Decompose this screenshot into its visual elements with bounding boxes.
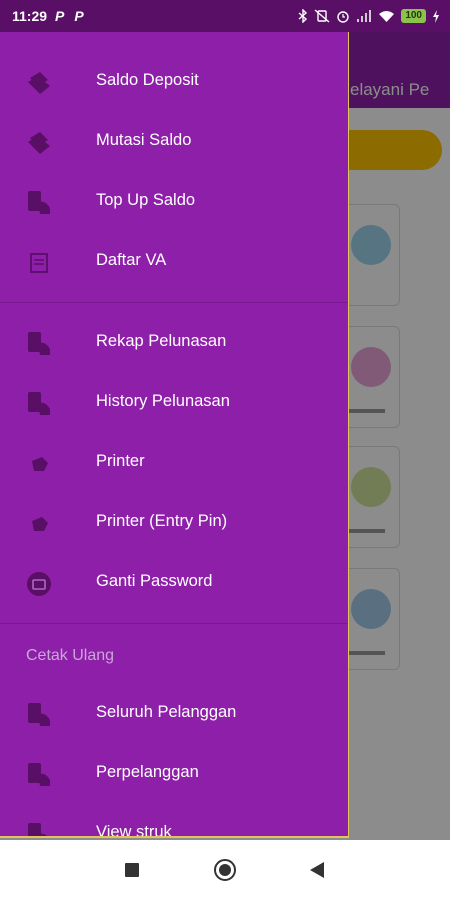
menu-item-top-up-saldo[interactable]: Top Up Saldo — [0, 172, 348, 232]
charging-icon — [433, 9, 439, 23]
battery-indicator: 100 — [401, 9, 426, 23]
menu-item-history-pelunasan[interactable]: History Pelunasan — [0, 373, 348, 433]
menu-item-label: Printer (Entry Pin) — [96, 512, 228, 530]
card-list-icon — [30, 253, 48, 273]
menu-item-label: Rekap Pelunasan — [96, 332, 227, 350]
menu-item-label: Perpelanggan — [96, 763, 199, 781]
wallet-icon — [28, 72, 50, 94]
menu-item-daftar-va[interactable]: Daftar VA — [0, 232, 348, 292]
menu-item-printer-entry-pin[interactable]: Printer (Entry Pin) — [0, 493, 348, 553]
menu-item-view-struk[interactable]: View struk — [0, 804, 348, 838]
status-bar: 11:29 P P 100 — [0, 0, 450, 32]
navigation-drawer: Saldo Deposit Mutasi Saldo Top Up Saldo … — [0, 32, 349, 838]
menu-divider — [0, 302, 348, 303]
circle-icon — [214, 859, 236, 881]
menu-item-label: Printer — [96, 452, 145, 470]
document-hand-icon — [28, 763, 50, 786]
menu-item-saldo-deposit[interactable]: Saldo Deposit — [0, 52, 348, 112]
lock-screen-icon — [27, 572, 51, 596]
printer-icon — [32, 517, 48, 531]
back-triangle-icon — [310, 862, 324, 878]
square-icon — [125, 863, 139, 877]
document-hand-icon — [28, 191, 50, 214]
section-title-cetak-ulang: Cetak Ulang — [26, 647, 115, 664]
menu-item-label: Top Up Saldo — [96, 191, 196, 209]
menu-item-label: View struk — [96, 823, 172, 838]
menu-item-label: Ganti Password — [96, 572, 213, 590]
menu-divider — [0, 623, 348, 624]
notification-p-icon: P — [74, 8, 84, 24]
menu-item-label: History Pelunasan — [96, 392, 230, 410]
recents-button[interactable] — [102, 840, 162, 900]
wifi-icon — [379, 10, 395, 22]
vibrate-off-icon — [314, 9, 330, 23]
bluetooth-icon — [298, 9, 308, 23]
back-button[interactable] — [287, 840, 347, 900]
menu-item-printer[interactable]: Printer — [0, 433, 348, 493]
menu-item-label: Mutasi Saldo — [96, 131, 192, 149]
document-hand-icon — [28, 703, 50, 726]
alarm-icon — [337, 11, 350, 23]
notification-p-icon: P — [55, 8, 65, 24]
system-nav-bar — [0, 840, 450, 900]
wallet-icon — [28, 132, 50, 154]
document-hand-icon — [28, 823, 48, 836]
printer-icon — [32, 457, 48, 471]
menu-item-label: Seluruh Pelanggan — [96, 703, 237, 721]
menu-item-ganti-password[interactable]: Ganti Password — [0, 553, 348, 613]
menu-item-perpelanggan[interactable]: Perpelanggan — [0, 744, 348, 804]
menu-item-seluruh-pelanggan[interactable]: Seluruh Pelanggan — [0, 684, 348, 744]
menu-item-rekap-pelunasan[interactable]: Rekap Pelunasan — [0, 313, 348, 373]
document-hand-icon — [28, 332, 50, 355]
signal-icon — [357, 9, 372, 22]
home-button[interactable] — [195, 840, 255, 900]
document-hand-icon — [28, 392, 50, 415]
status-time: 11:29 — [12, 8, 48, 24]
status-icons: 100 — [298, 9, 440, 23]
menu-item-label: Saldo Deposit — [96, 71, 199, 89]
menu-item-label: Daftar VA — [96, 251, 167, 269]
menu-item-mutasi-saldo[interactable]: Mutasi Saldo — [0, 112, 348, 172]
